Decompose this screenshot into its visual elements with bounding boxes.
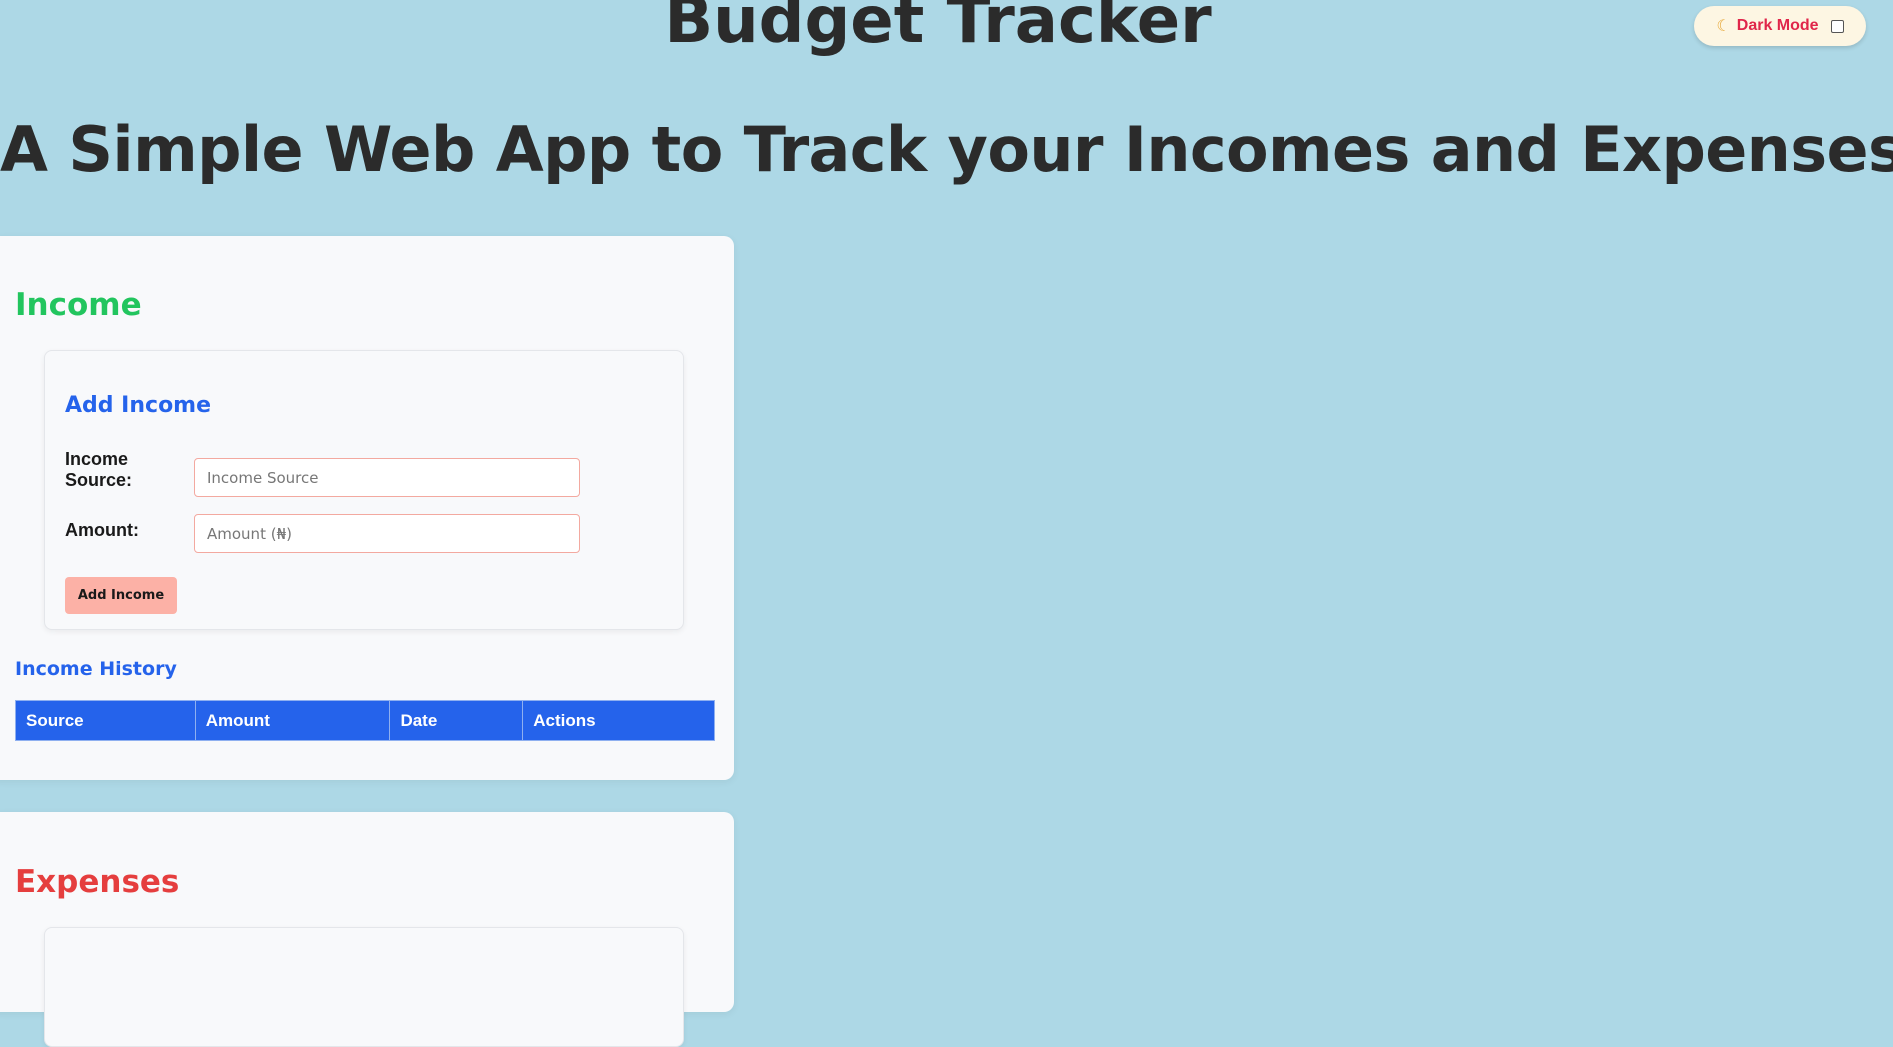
column-header-amount: Amount <box>194 700 391 741</box>
moon-icon: ☾ <box>1716 16 1731 35</box>
page-subtitle: A Simple Web App to Track your Incomes a… <box>0 113 1893 186</box>
dark-mode-toggle[interactable]: ☾ Dark Mode <box>1694 6 1866 46</box>
amount-input[interactable] <box>194 514 580 553</box>
dark-mode-checkbox[interactable] <box>1830 19 1844 33</box>
column-header-date: Date <box>389 700 524 741</box>
income-section-title: Income <box>15 287 142 323</box>
add-income-form: Add Income Income Source: Amount: Add In… <box>44 350 684 630</box>
expenses-section-title: Expenses <box>15 864 180 900</box>
table-header-row: Source Amount Date Actions <box>15 700 715 741</box>
dark-mode-label: Dark Mode <box>1736 17 1819 34</box>
column-header-source: Source <box>15 700 196 741</box>
column-header-actions: Actions <box>522 700 715 741</box>
add-expense-form <box>44 927 684 1047</box>
page-title: Budget Tracker <box>664 0 1212 58</box>
income-source-label: Income Source: <box>65 449 133 490</box>
income-history-title: Income History <box>15 658 177 680</box>
add-income-title: Add Income <box>65 393 212 418</box>
expenses-card: Expenses <box>0 812 734 1047</box>
income-history-table: Source Amount Date Actions <box>15 700 715 741</box>
income-source-input[interactable] <box>194 458 580 497</box>
income-card: Income Add Income Income Source: Amount:… <box>0 236 734 780</box>
amount-label: Amount: <box>65 520 139 540</box>
add-income-button[interactable]: Add Income <box>65 577 177 614</box>
